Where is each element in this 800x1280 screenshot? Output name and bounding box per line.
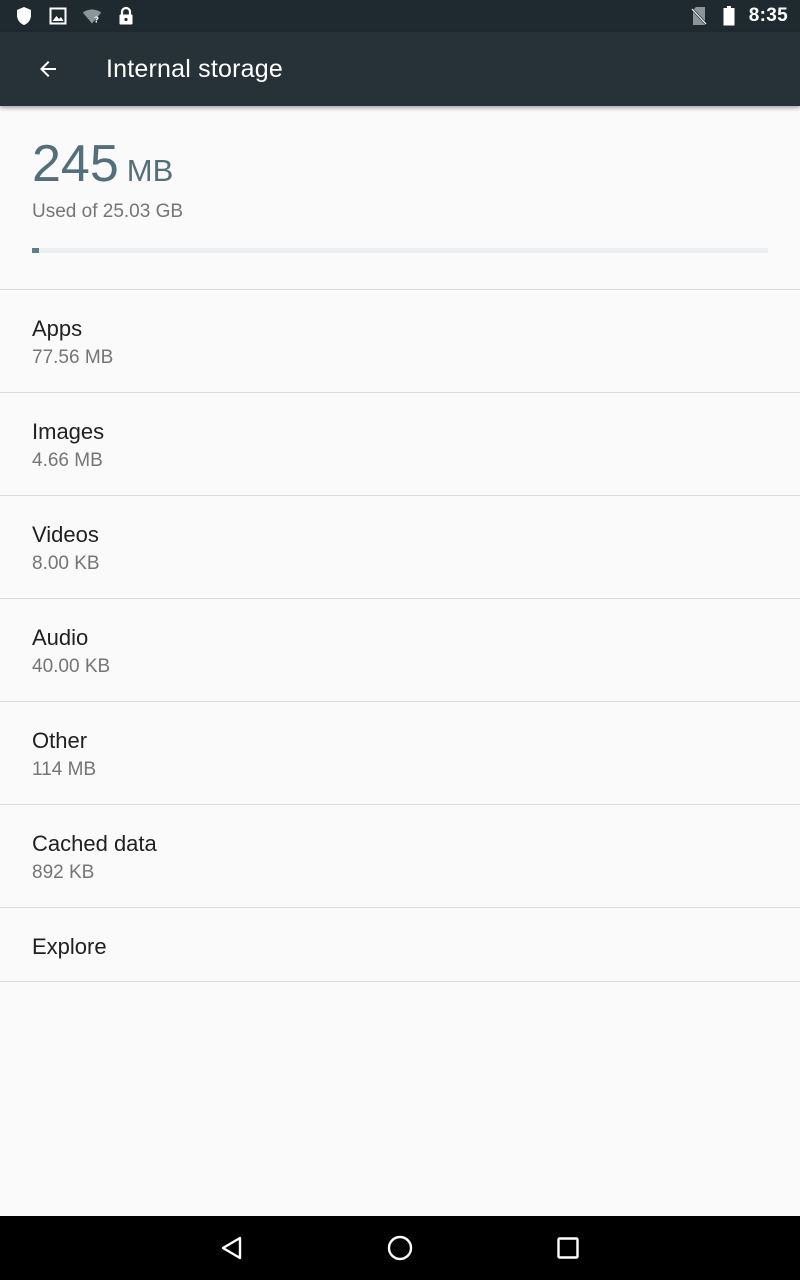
- used-of-total: Used of 25.03 GB: [32, 201, 184, 222]
- navigation-bar: [0, 1216, 800, 1280]
- item-size: 114 MB: [32, 759, 97, 780]
- storage-progress-fill: [32, 248, 40, 253]
- item-title: Cached data: [32, 831, 157, 856]
- item-size: 892 KB: [32, 862, 95, 883]
- back-button[interactable]: [20, 41, 76, 97]
- list-item-explore[interactable]: Explore: [0, 907, 800, 982]
- nav-recents-button[interactable]: [532, 1216, 604, 1280]
- used-unit: MB: [126, 153, 174, 188]
- arrow-left-icon: [40, 61, 56, 77]
- item-size: 77.56 MB: [32, 347, 114, 368]
- storage-category-list: Apps 77.56 MB Images 4.66 MB Videos 8.00…: [0, 289, 800, 982]
- used-amount: 245 MB: [32, 136, 173, 192]
- item-title: Images: [32, 419, 105, 444]
- no-sim-icon: [689, 6, 709, 26]
- wifi-unknown-icon: ?: [82, 6, 102, 26]
- image-icon: [48, 6, 68, 26]
- app-bar: Internal storage: [0, 32, 800, 106]
- storage-summary: 245 MB Used of 25.03 GB: [0, 106, 800, 290]
- svg-text:?: ?: [94, 15, 99, 25]
- list-item-cached-data[interactable]: Cached data 892 KB: [0, 804, 800, 907]
- item-title: Videos: [32, 522, 99, 547]
- nav-home-button[interactable]: [364, 1216, 436, 1280]
- home-circle-icon: [387, 1235, 413, 1261]
- status-bar: ? 8:35: [0, 0, 800, 32]
- item-title: Audio: [32, 625, 89, 650]
- item-size: 40.00 KB: [32, 656, 111, 677]
- back-triangle-icon: [221, 1236, 242, 1260]
- list-item-videos[interactable]: Videos 8.00 KB: [0, 495, 800, 598]
- item-title: Other: [32, 728, 88, 753]
- status-icons-left: ?: [14, 6, 136, 26]
- list-item-images[interactable]: Images 4.66 MB: [0, 392, 800, 495]
- item-title: Apps: [32, 316, 83, 341]
- list-item-other[interactable]: Other 114 MB: [0, 701, 800, 804]
- battery-icon: [719, 6, 739, 26]
- list-item-apps[interactable]: Apps 77.56 MB: [0, 289, 800, 392]
- recents-square-icon: [557, 1237, 579, 1259]
- status-icons-right: 8:35: [689, 5, 788, 27]
- shield-icon: [14, 6, 34, 26]
- used-value: 245: [32, 135, 119, 193]
- item-size: 8.00 KB: [32, 553, 100, 574]
- storage-progress-bar: [32, 248, 768, 253]
- nav-back-button[interactable]: [196, 1216, 268, 1280]
- item-title: Explore: [32, 934, 107, 959]
- page-title: Internal storage: [106, 54, 283, 83]
- lock-icon: [116, 6, 136, 26]
- item-size: 4.66 MB: [32, 450, 103, 471]
- list-item-audio[interactable]: Audio 40.00 KB: [0, 598, 800, 701]
- status-time: 8:35: [748, 5, 788, 26]
